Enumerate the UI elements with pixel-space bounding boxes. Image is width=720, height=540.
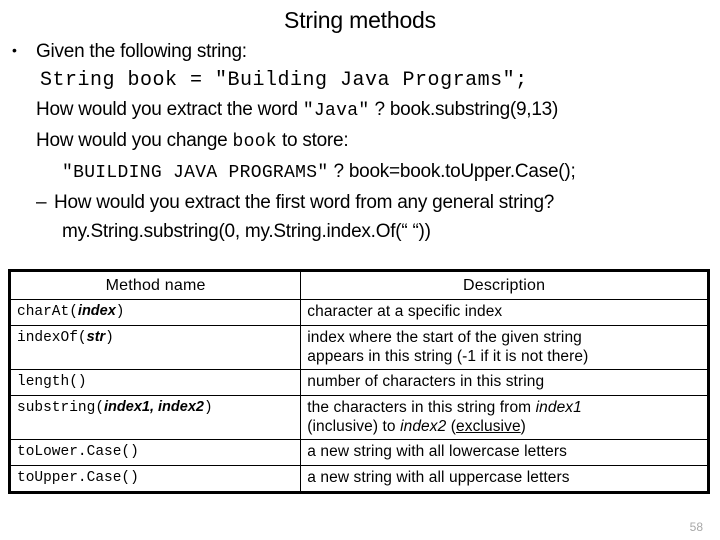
answer-uppercase: "BUILDING JAVA PROGRAMS" ? book=book.toU… — [0, 157, 720, 188]
slide: String methods • Given the following stri… — [0, 0, 720, 540]
table-row: indexOf(str) index where the start of th… — [8, 325, 709, 370]
method-prefix: length() — [17, 374, 87, 390]
cell-method-name: indexOf(str) — [8, 325, 302, 370]
code-declaration: String book = "Building Java Programs"; — [40, 69, 528, 92]
string-methods-table: Method name Description charAt(index) ch… — [8, 269, 710, 494]
question-change-book-post: to store: — [276, 130, 349, 151]
description-part-b: (inclusive) to — [307, 418, 401, 435]
method-suffix: ) — [105, 330, 114, 346]
method-suffix: ) — [115, 304, 125, 320]
question-extract-java-post: ? book.substring(9,13) — [369, 99, 559, 120]
cell-description: index where the start of the given strin… — [300, 325, 709, 370]
question-extract-java: How would you extract the word "Java" ? … — [0, 95, 720, 126]
table-row: charAt(index) character at a specific in… — [8, 299, 709, 326]
bullet-given-string-text: Given the following string: — [36, 41, 247, 62]
cell-method-name: length() — [8, 369, 302, 396]
cell-description: a new string with all uppercase letters — [300, 465, 709, 493]
method-prefix: toUpper.Case() — [17, 470, 139, 486]
table-row: toLower.Case() a new string with all low… — [8, 439, 709, 466]
description-paren-close: ) — [520, 418, 526, 435]
description-exclusive: exclusive — [456, 418, 521, 435]
cell-method-name: toLower.Case() — [8, 439, 302, 466]
table-row: substring(index1, index2) the characters… — [8, 395, 709, 440]
description-paren-open: ( — [446, 418, 457, 435]
bullet-marker: • — [12, 42, 17, 58]
cell-description: a new string with all lowercase letters — [300, 439, 709, 466]
cell-description: character at a specific index — [300, 299, 709, 326]
method-argument: index — [77, 303, 116, 319]
method-prefix: charAt( — [17, 304, 78, 320]
method-prefix: substring( — [17, 400, 105, 416]
description-line-2: appears in this string (-1 if it is not … — [307, 348, 589, 365]
method-argument: str — [86, 329, 106, 345]
cell-method-name: charAt(index) — [8, 299, 302, 326]
description-index1: index1 — [535, 399, 582, 416]
slide-body: • Given the following string: String book… — [0, 36, 720, 246]
description-line-1: index where the start of the given strin… — [307, 329, 582, 346]
table-row: length() number of characters in this st… — [8, 369, 709, 396]
question-first-word: – How would you extract the first word fr… — [0, 188, 720, 217]
answer-uppercase-post: ? book=book.toUpper.Case(); — [328, 161, 576, 182]
cell-description: number of characters in this string — [300, 369, 709, 396]
description-index2: index2 — [400, 418, 447, 435]
method-suffix: ) — [203, 400, 213, 416]
question-change-book-pre: How would you change — [36, 130, 233, 151]
question-first-word-text: How would you extract the first word fro… — [54, 192, 555, 213]
answer-uppercase-code: "BUILDING JAVA PROGRAMS" — [62, 163, 329, 183]
dash-marker: – — [36, 192, 47, 213]
method-prefix: indexOf( — [17, 330, 87, 346]
question-change-book: How would you change book to store: — [0, 126, 720, 157]
method-prefix: toLower.Case() — [17, 444, 139, 460]
answer-first-word: my.String.substring(0, my.String.index.O… — [62, 221, 431, 242]
cell-method-name: toUpper.Case() — [8, 465, 302, 493]
cell-description: the characters in this string from index… — [300, 395, 709, 440]
method-argument: index1, index2 — [104, 399, 204, 415]
page-title: String methods — [284, 7, 436, 33]
question-extract-java-pre: How would you extract the word — [36, 99, 303, 120]
column-header-method-name: Method name — [8, 270, 302, 300]
description-part-a: the characters in this string from — [307, 399, 536, 416]
question-change-book-code: book — [232, 132, 277, 152]
bullet-given-string: • Given the following string: — [0, 36, 720, 66]
table-header-row: Method name Description — [8, 270, 709, 300]
cell-method-name: substring(index1, index2) — [8, 395, 302, 440]
column-header-description: Description — [300, 270, 709, 300]
table-row: toUpper.Case() a new string with all upp… — [8, 465, 709, 493]
question-extract-java-code: "Java" — [302, 101, 370, 121]
page-number: 58 — [689, 520, 703, 534]
